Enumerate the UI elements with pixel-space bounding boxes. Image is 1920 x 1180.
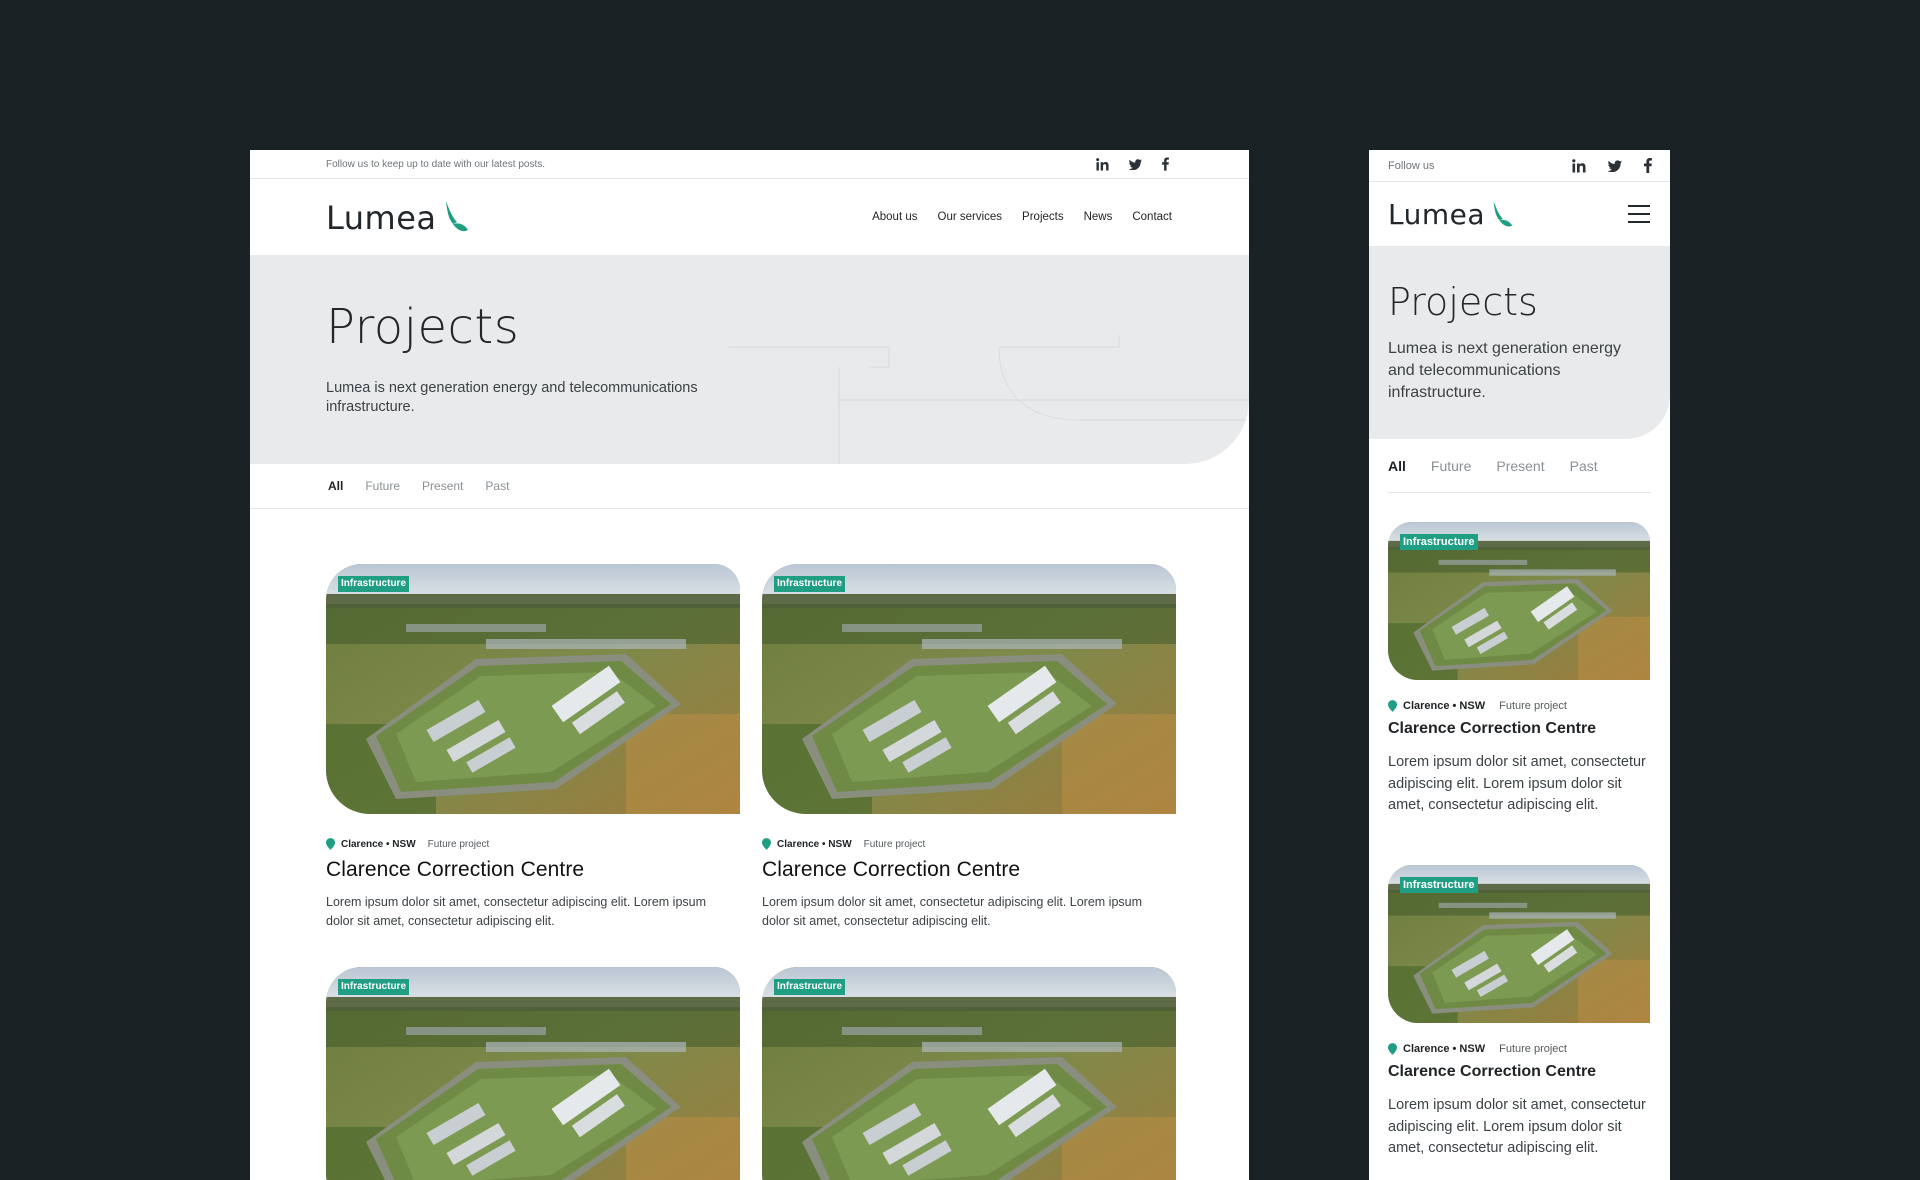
category-tag: Infrastructure: [1400, 534, 1478, 550]
project-title[interactable]: Clarence Correction Centre: [1388, 1063, 1650, 1081]
project-filters: All Future Present Past: [250, 464, 1249, 509]
nav-about-us[interactable]: About us: [872, 211, 917, 223]
category-tag: Infrastructure: [774, 576, 846, 592]
page-intro: Lumea is next generation energy and tele…: [326, 380, 698, 415]
mobile-mockup: Follow us Lumea Projects Lumea is next g…: [1369, 150, 1670, 1180]
hero-section: Projects Lumea is next generation energy…: [250, 255, 1249, 464]
filter-present[interactable]: Present: [422, 479, 463, 493]
project-image[interactable]: Infrastructure: [762, 967, 1176, 1180]
project-description: Lorem ipsum dolor sit amet, consectetur …: [762, 895, 1143, 928]
project-card[interactable]: Infrastructure Clarence • NSW Future pro…: [1388, 522, 1650, 817]
location-pin-icon: [1388, 1043, 1397, 1055]
nav-news[interactable]: News: [1084, 211, 1113, 223]
linkedin-icon[interactable]: [1572, 159, 1586, 173]
page-intro: Lumea is next generation energy and tele…: [1388, 340, 1622, 401]
top-bar-message: Follow us to keep up to date with our la…: [326, 158, 546, 170]
brand-logo[interactable]: Lumea: [326, 200, 469, 234]
project-image[interactable]: Infrastructure: [1388, 522, 1650, 680]
category-tag: Infrastructure: [338, 979, 410, 995]
location-pin-icon: [326, 838, 335, 850]
project-status: Future project: [863, 838, 926, 850]
project-location: Clarence • NSW: [1403, 700, 1486, 712]
project-location: Clarence • NSW: [341, 838, 416, 850]
project-meta: Clarence • NSW Future project: [326, 838, 740, 850]
hero-decoration: [729, 335, 1249, 464]
project-status: Future project: [1499, 700, 1567, 712]
category-tag: Infrastructure: [1400, 877, 1478, 893]
filter-present[interactable]: Present: [1496, 458, 1544, 474]
filter-all[interactable]: All: [1388, 458, 1406, 474]
project-title[interactable]: Clarence Correction Centre: [326, 858, 740, 882]
nav-our-services[interactable]: Our services: [938, 211, 1003, 223]
project-meta: Clarence • NSW Future project: [1388, 1043, 1650, 1055]
filter-future[interactable]: Future: [1431, 458, 1471, 474]
brand-wordmark: Lumea: [1388, 197, 1486, 231]
project-card[interactable]: Infrastructure Clarence • NSW Future pro…: [762, 564, 1176, 931]
top-bar-message: Follow us: [1388, 159, 1435, 172]
project-card[interactable]: Infrastructure: [326, 967, 740, 1180]
social-links: [1572, 158, 1652, 173]
project-description: Lorem ipsum dolor sit amet, consectetur …: [1388, 1097, 1646, 1156]
project-card[interactable]: Infrastructure: [762, 967, 1176, 1180]
page-title: Projects: [1388, 280, 1538, 324]
hamburger-menu-icon[interactable]: [1628, 205, 1650, 223]
linkedin-icon[interactable]: [1096, 158, 1109, 171]
project-image[interactable]: Infrastructure: [1388, 865, 1650, 1023]
leaf-logo-icon: [1491, 200, 1513, 229]
category-tag: Infrastructure: [774, 979, 846, 995]
project-image[interactable]: Infrastructure: [762, 564, 1176, 814]
top-bar: Follow us: [1369, 150, 1670, 182]
filter-past[interactable]: Past: [485, 479, 509, 493]
facebook-icon[interactable]: [1162, 157, 1169, 171]
site-header: Lumea About us Our services Projects New…: [250, 179, 1249, 255]
hero-section: Projects Lumea is next generation energy…: [1369, 246, 1670, 439]
project-filters: All Future Present Past: [1388, 439, 1651, 493]
main-nav: About us Our services Projects News Cont…: [872, 211, 1172, 223]
project-meta: Clarence • NSW Future project: [1388, 700, 1650, 712]
brand-logo[interactable]: Lumea: [1388, 200, 1513, 229]
project-description: Lorem ipsum dolor sit amet, consectetur …: [326, 895, 707, 928]
twitter-icon[interactable]: [1129, 159, 1142, 170]
desktop-mockup: Follow us to keep up to date with our la…: [250, 150, 1249, 1180]
brand-wordmark: Lumea: [326, 199, 437, 237]
location-pin-icon: [1388, 700, 1397, 712]
project-description: Lorem ipsum dolor sit amet, consectetur …: [1388, 754, 1646, 813]
filter-future[interactable]: Future: [365, 479, 400, 493]
top-bar: Follow us to keep up to date with our la…: [250, 150, 1249, 179]
nav-contact[interactable]: Contact: [1132, 211, 1172, 223]
project-status: Future project: [1499, 1043, 1567, 1055]
project-image[interactable]: Infrastructure: [326, 564, 740, 814]
social-links: [1096, 157, 1169, 171]
nav-projects[interactable]: Projects: [1022, 211, 1064, 223]
category-tag: Infrastructure: [338, 576, 410, 592]
project-card[interactable]: Infrastructure Clarence • NSW Future pro…: [1388, 865, 1650, 1160]
project-status: Future project: [427, 838, 490, 850]
project-location: Clarence • NSW: [1403, 1043, 1486, 1055]
filter-past[interactable]: Past: [1570, 458, 1598, 474]
leaf-logo-icon: [443, 200, 469, 234]
project-title[interactable]: Clarence Correction Centre: [1388, 720, 1650, 738]
site-header: Lumea: [1369, 182, 1670, 246]
project-location: Clarence • NSW: [777, 838, 852, 850]
project-title[interactable]: Clarence Correction Centre: [762, 858, 1176, 882]
facebook-icon[interactable]: [1644, 158, 1652, 173]
project-card[interactable]: Infrastructure Clarence • NSW Future pro…: [326, 564, 740, 931]
project-meta: Clarence • NSW Future project: [762, 838, 1176, 850]
twitter-icon[interactable]: [1608, 160, 1622, 172]
filter-all[interactable]: All: [328, 479, 343, 493]
project-image[interactable]: Infrastructure: [326, 967, 740, 1180]
location-pin-icon: [762, 838, 771, 850]
